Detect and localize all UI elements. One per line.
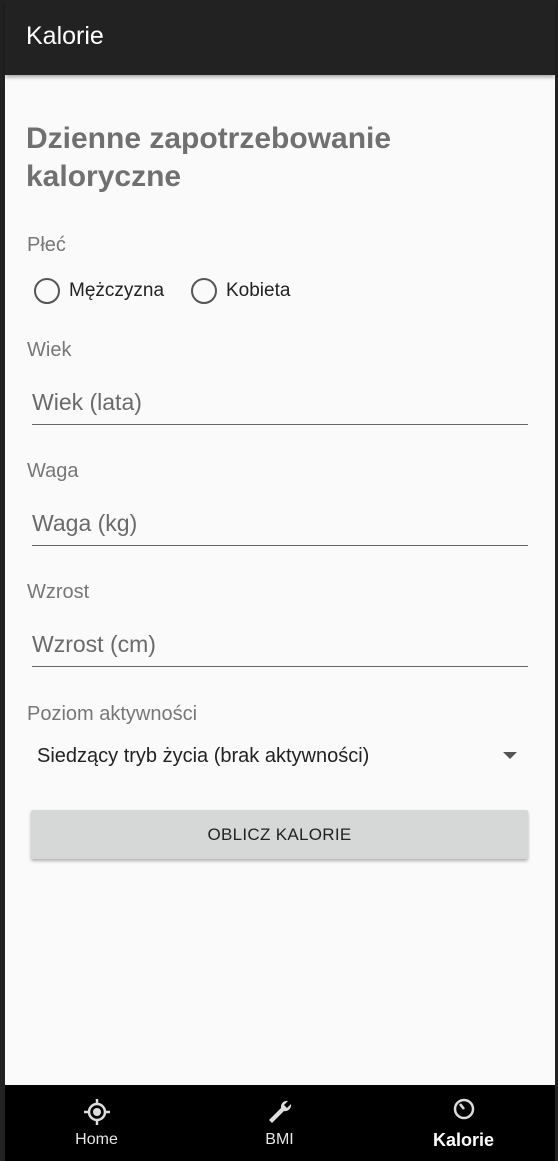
age-label: Wiek (27, 339, 72, 361)
dropdown-arrow-icon[interactable] (503, 752, 517, 759)
weight-input[interactable] (32, 507, 528, 539)
activity-level-selected-value[interactable]: Siedzący tryb życia (brak aktywności) (37, 745, 369, 768)
app-bar-title: Kalorie (26, 22, 104, 50)
app-bar: Kalorie (5, 0, 555, 75)
activity-level-select[interactable]: Siedzący tryb życia (brak aktywności) (37, 737, 517, 775)
nav-item-bmi-label[interactable]: BMI (188, 1131, 371, 1149)
gender-radio-male-label[interactable]: Mężczyzna (69, 280, 164, 302)
wrench-icon (268, 1100, 291, 1123)
bottom-navigation: Home BMI Kalorie (5, 1085, 555, 1161)
age-field[interactable] (32, 382, 528, 425)
radio-circle-icon[interactable] (34, 278, 60, 304)
nav-item-kalorie[interactable]: Kalorie (372, 1085, 555, 1161)
weight-field[interactable] (32, 503, 528, 546)
nav-item-home[interactable]: Home (5, 1085, 188, 1161)
app-screen: Kalorie Dzienne zapotrzebowanie kalorycz… (5, 0, 555, 1161)
age-input[interactable] (32, 386, 528, 418)
nav-item-kalorie-label[interactable]: Kalorie (372, 1130, 555, 1151)
nav-item-bmi[interactable]: BMI (188, 1085, 371, 1161)
height-label: Wzrost (27, 581, 90, 603)
height-field[interactable] (32, 624, 528, 667)
page-title: Dzienne zapotrzebowanie kaloryczne (26, 122, 392, 193)
radio-circle-icon[interactable] (191, 278, 217, 304)
home-crosshair-icon (83, 1099, 110, 1125)
gender-radio-female-label[interactable]: Kobieta (226, 280, 290, 302)
activity-label: Poziom aktywności (27, 703, 198, 725)
weight-label: Waga (27, 460, 79, 482)
height-input[interactable] (32, 628, 528, 660)
nav-item-home-label[interactable]: Home (5, 1131, 188, 1149)
clock-icon (453, 1098, 474, 1120)
gender-label: Płeć (27, 234, 66, 256)
gender-radio-female[interactable]: Kobieta (191, 278, 290, 304)
calculate-calories-button[interactable]: OBLICZ KALORIE (31, 810, 528, 859)
gender-radio-male[interactable]: Mężczyzna (34, 278, 164, 304)
